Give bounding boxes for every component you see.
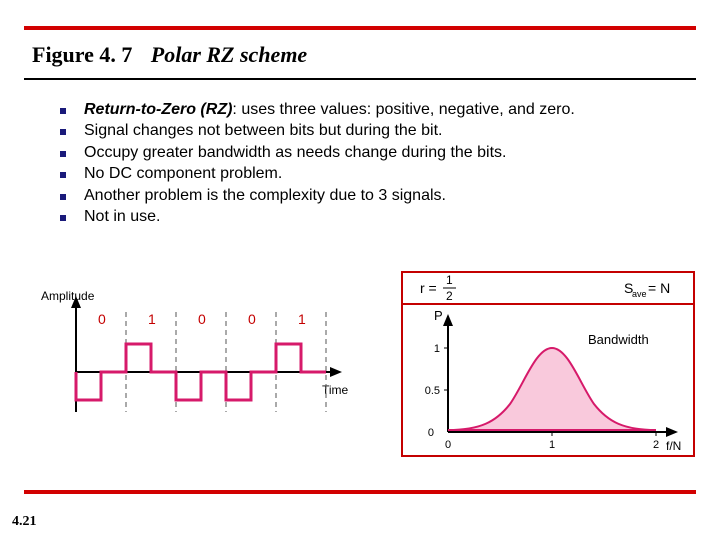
slide-root: Figure 4. 7 Polar RZ scheme Return-to-Ze…: [0, 0, 720, 540]
list-text: Another problem is the complexity due to…: [84, 186, 446, 206]
list-item: Signal changes not between bits but duri…: [60, 121, 690, 141]
bw-ytick: 1: [434, 343, 440, 355]
list-item: Return-to-Zero (RZ): uses three values: …: [60, 100, 690, 120]
bw-xtick: 2: [653, 439, 659, 451]
bullet-icon: [60, 129, 66, 135]
formula-s-sub: ave: [632, 289, 647, 299]
bw-ylabel: P: [434, 308, 443, 323]
bullet-icon: [60, 151, 66, 157]
list-item: Occupy greater bandwidth as needs change…: [60, 143, 690, 163]
bw-curve-label: Bandwidth: [588, 332, 649, 347]
formula-r-den: 2: [446, 289, 453, 303]
bit-label: 0: [248, 311, 256, 327]
formula-r-num: 1: [446, 273, 453, 287]
bw-xlabel: f/N: [666, 439, 681, 453]
bit-label: 0: [98, 311, 106, 327]
rule-mid: [24, 78, 696, 80]
bullet-list: Return-to-Zero (RZ): uses three values: …: [60, 100, 690, 229]
rule-top: [24, 26, 696, 30]
bw-xtick: 1: [549, 439, 555, 451]
figure-caption: Polar RZ scheme: [151, 42, 307, 67]
bandwidth-diagram: r = 1 2 S ave = N P f/N 0 0.5 1 0 1 2: [400, 270, 696, 458]
formula-r-var: r =: [420, 280, 437, 296]
list-text: Signal changes not between bits but duri…: [84, 121, 442, 141]
page-number: 4.21: [12, 514, 37, 530]
figure-title: Figure 4. 7 Polar RZ scheme: [32, 42, 307, 68]
list-text: Return-to-Zero (RZ): uses three values: …: [84, 100, 575, 120]
list-text: Occupy greater bandwidth as needs change…: [84, 143, 507, 163]
figure-number: Figure 4. 7: [32, 42, 132, 67]
list-item: Another problem is the complexity due to…: [60, 186, 690, 206]
bit-label: 1: [298, 311, 306, 327]
list-item: Not in use.: [60, 207, 690, 227]
bit-label: 1: [148, 311, 156, 327]
bullet-icon: [60, 215, 66, 221]
bw-curve: [448, 348, 656, 430]
bullet-icon: [60, 108, 66, 114]
waveform-ylabel: Amplitude: [41, 289, 95, 303]
bit-label: 0: [198, 311, 206, 327]
bw-ytick: 0.5: [425, 385, 440, 397]
bullet-icon: [60, 194, 66, 200]
bw-xtick: 0: [445, 439, 451, 451]
bullet-icon: [60, 172, 66, 178]
lead-term: Return-to-Zero (RZ): [84, 101, 232, 118]
rule-bottom: [24, 490, 696, 494]
list-text: Not in use.: [84, 207, 160, 227]
lead-rest: : uses three values: positive, negative,…: [232, 101, 574, 118]
waveform-diagram: Amplitude Time 0 1 0 0 1: [36, 282, 356, 442]
list-text: No DC component problem.: [84, 164, 282, 184]
bw-ytick: 0: [428, 427, 434, 439]
formula-s-eq: = N: [648, 280, 670, 296]
list-item: No DC component problem.: [60, 164, 690, 184]
